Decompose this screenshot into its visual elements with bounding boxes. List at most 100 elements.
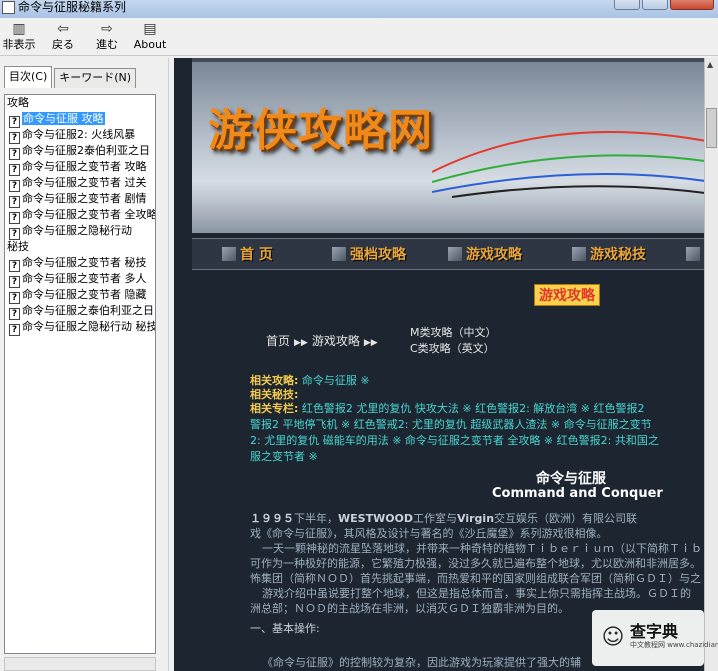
lang-chinese-link[interactable]: M类攻略（中文） bbox=[410, 324, 497, 340]
tree-item[interactable]: ? 命令与征服之变节者 隐藏 bbox=[5, 287, 155, 304]
section-badge: 游戏攻略 bbox=[534, 284, 600, 306]
scroll-up-icon[interactable]: ▲ bbox=[707, 60, 713, 69]
forward-label: 進む bbox=[96, 38, 118, 51]
back-arrow-icon: ⇦ bbox=[57, 21, 69, 37]
site-logo-text: 游侠攻略网 bbox=[208, 105, 433, 156]
help-topic-icon: ? bbox=[9, 324, 20, 336]
related-topics-links[interactable]: 2: 尤里的复仇 磁能车的用法 ※ 命令与征服之变节者 全攻略 ※ 红色警报2:… bbox=[250, 432, 659, 448]
nav-game-cheats[interactable]: 游戏秘技 bbox=[572, 242, 646, 268]
text-run: Virgin bbox=[457, 512, 495, 525]
help-app-icon bbox=[2, 1, 15, 14]
tree-item-label: 命令与征服之泰伯利亚之日 bbox=[22, 304, 154, 317]
text-run: 下半年， bbox=[294, 512, 338, 525]
tree-item[interactable]: ? 命令与征服之变节者 多人 bbox=[5, 271, 155, 288]
back-label: 戻る bbox=[52, 38, 74, 51]
tree-item-label: 命令与征服之变节者 过关 bbox=[22, 176, 147, 189]
tree-item-label: 命令与征服 攻略 bbox=[22, 112, 105, 125]
article-subtitle: Command and Conquer bbox=[492, 486, 663, 501]
tree-item-label: 命令与征服之变节者 攻略 bbox=[22, 160, 147, 173]
tree-item-label: 命令与征服之变节者 多人 bbox=[22, 272, 147, 285]
tree-item[interactable]: ? 命令与征服之变节者 剧情 bbox=[5, 191, 155, 208]
article-paragraph: 游戏介绍中虽说要打整个地球，但这是指总体而言，事实上你只需指挥主战场。ＧＤＩ的 bbox=[262, 587, 691, 600]
nav-game-guides[interactable]: 游戏攻略 bbox=[448, 242, 522, 268]
window-title: 命令与征服秘籍系列 bbox=[18, 0, 127, 14]
article-paragraph: 可作为一种极好的能源，它繁殖力极强，没过多久就已遍布整个地球，尤以欧洲和非洲居多… bbox=[250, 557, 701, 570]
site-logo: 游侠攻略网 bbox=[208, 94, 433, 158]
text-run: WESTWOOD bbox=[338, 512, 414, 525]
related-topics-links[interactable]: 红色警报2 尤里的复仇 快攻大法 ※ 红色警报2: 解放台湾 ※ 红色警报2 bbox=[302, 402, 645, 415]
crumb-home[interactable]: 首页 bbox=[266, 334, 290, 348]
back-button[interactable]: ⇦ 戻る bbox=[46, 20, 80, 54]
tree-item-label: 命令与征服2泰伯利亚之日 bbox=[22, 144, 150, 157]
article-paragraph: 洲总部；ＮＯＤ的主战场在非洲，以消灭ＧＤＩ独霸非洲为目的。 bbox=[250, 602, 569, 615]
article-title: 命令与征服 bbox=[536, 471, 606, 487]
tree-item-label: 命令与征服之变节者 秘技 bbox=[22, 256, 147, 269]
close-button[interactable] bbox=[670, 0, 714, 10]
tree-item-label: 命令与征服之变节者 隐藏 bbox=[22, 288, 147, 301]
related-topics: 相关专栏: 红色警报2 尤里的复仇 快攻大法 ※ 红色警报2: 解放台湾 ※ 红… bbox=[250, 400, 645, 416]
about-label: About bbox=[133, 38, 167, 51]
tree-item-label: 命令与征服之隐秘行动 bbox=[22, 224, 132, 237]
content-vertical-scrollbar[interactable]: ▲ bbox=[704, 58, 718, 671]
tree-item[interactable]: ? 命令与征服之隐秘行动 秘技 bbox=[5, 319, 156, 336]
tree-item[interactable]: ? 命令与征服 攻略 bbox=[5, 111, 155, 128]
tree-item[interactable]: ? 命令与征服之变节者 全攻略 bbox=[5, 207, 155, 224]
section-heading: 一、基本操作: bbox=[250, 622, 320, 635]
tree-item-label: 命令与征服之隐秘行动 秘技 bbox=[22, 320, 156, 333]
related-topics-links[interactable]: 服之变节者 ※ bbox=[250, 448, 318, 464]
article-paragraph: 怖集团（简称ＮＯＤ）首先挑起事端，而热爱和平的国家则组成联合军团（简称ＧＤＩ）与… bbox=[250, 572, 701, 585]
window-controls bbox=[614, 0, 714, 10]
hide-label: 非表示 bbox=[2, 38, 36, 51]
article-paragraph: 《命令与征服》的控制较为复杂，因此游戏为玩家提供了强大的辅 bbox=[262, 656, 581, 669]
forward-arrow-icon: ⇨ bbox=[101, 21, 113, 37]
tree-item-label: 命令与征服之变节者 剧情 bbox=[22, 192, 147, 205]
toolbar: ▥ 非表示 ⇦ 戻る ⇨ 進む ▤ About bbox=[0, 18, 718, 56]
maximize-button[interactable] bbox=[642, 0, 668, 10]
site-banner: 游侠攻略网 bbox=[192, 58, 704, 233]
nav-featured[interactable]: 强档攻略 bbox=[332, 242, 406, 268]
text-run: 工作室与 bbox=[413, 512, 458, 525]
watermark-sub: 中文教程网 www.chazidian.com bbox=[630, 641, 718, 649]
related-topics-links[interactable]: 警报2 平地停飞机 ※ 红色警戒2: 尤里的复仇 超级武器人渣法 ※ 命令与征服… bbox=[250, 416, 652, 432]
tree-group-label: 秘技 bbox=[7, 240, 29, 253]
related-topics-label: 相关专栏: bbox=[250, 402, 299, 415]
watermark-brand: 查字典 bbox=[630, 622, 679, 641]
about-button[interactable]: ▤ About bbox=[132, 20, 168, 54]
article-paragraph: 戏《命令与征服》，其风格及设计与著名的《沙丘魔堡》系列游戏很相像。 bbox=[250, 527, 608, 540]
article-paragraph: 一天一颗神秘的流星坠落地球，并带来一种奇特的植物Ｔｉｂｅｒｉｕｍ（以下简称Ｔｉｂ bbox=[262, 542, 702, 555]
tab-keyword[interactable]: キーワード(N) bbox=[54, 68, 137, 88]
related-guides-link[interactable]: 命令与征服 bbox=[302, 374, 357, 387]
scroll-thumb[interactable] bbox=[706, 108, 717, 148]
nav-more[interactable]: 游 bbox=[686, 242, 704, 268]
crumb-section[interactable]: 游戏攻略 bbox=[312, 334, 360, 348]
text-run: 交互娱乐（欧洲）有限公司联 bbox=[494, 512, 638, 525]
contents-tree[interactable]: 攻略 ? 命令与征服 攻略 ? 命令与征服2: 火线风暴 ? 命令与征服2泰伯利亚之日… bbox=[4, 94, 156, 654]
topic-content-pane: 游侠攻略网 首 页 强档攻略 游戏攻略 游戏秘技 游 游戏攻略 首页 ▶▶ 游戏攻略… bbox=[174, 58, 704, 671]
minimize-button[interactable] bbox=[614, 0, 640, 10]
tab-contents[interactable]: 目次(C) bbox=[4, 66, 53, 88]
navigation-pane: 目次(C) キーワード(N) 攻略 ? 命令与征服 攻略 ? 命令与征服2: 火线风… bbox=[0, 58, 170, 671]
title-bar: 命令与征服秘籍系列 bbox=[0, 0, 718, 18]
tree-group-cheats[interactable]: 秘技 bbox=[5, 239, 155, 255]
tree-item-label: 命令与征服2: 火线风暴 bbox=[22, 128, 136, 141]
nav-home[interactable]: 首 页 bbox=[222, 242, 273, 268]
tree-horizontal-scrollbar[interactable] bbox=[4, 657, 156, 671]
tree-item[interactable]: ? 命令与征服之变节者 秘技 bbox=[5, 255, 155, 272]
lang-english-link[interactable]: C类攻略（英文） bbox=[410, 340, 495, 356]
banner-wires-graphic bbox=[432, 131, 704, 198]
hide-button[interactable]: ▥ 非表示 bbox=[0, 20, 38, 54]
forward-button[interactable]: ⇨ 進む bbox=[90, 20, 124, 54]
tree-item[interactable]: ? 命令与征服2泰伯利亚之日 bbox=[5, 143, 155, 160]
tree-group-guides[interactable]: 攻略 bbox=[5, 95, 155, 111]
related-mark: ※ bbox=[360, 374, 370, 387]
tree-group-label: 攻略 bbox=[7, 96, 29, 109]
tree-item[interactable]: ? 命令与征服之泰伯利亚之日 bbox=[5, 303, 155, 320]
hide-pane-icon: ▥ bbox=[12, 21, 26, 37]
watermark-logo: ☺ 查字典 中文教程网 www.chazidian.com bbox=[592, 610, 718, 666]
tree-item[interactable]: ? 命令与征服之变节者 攻略 bbox=[5, 159, 155, 176]
double-arrow-icon: ▶▶ bbox=[294, 338, 308, 348]
tree-item[interactable]: ? 命令与征服之变节者 过关 bbox=[5, 175, 155, 192]
tree-item[interactable]: ? 命令与征服2: 火线风暴 bbox=[5, 127, 155, 144]
tree-item[interactable]: ? 命令与征服之隐秘行动 bbox=[5, 223, 155, 240]
mascot-icon: ☺ bbox=[601, 625, 625, 650]
